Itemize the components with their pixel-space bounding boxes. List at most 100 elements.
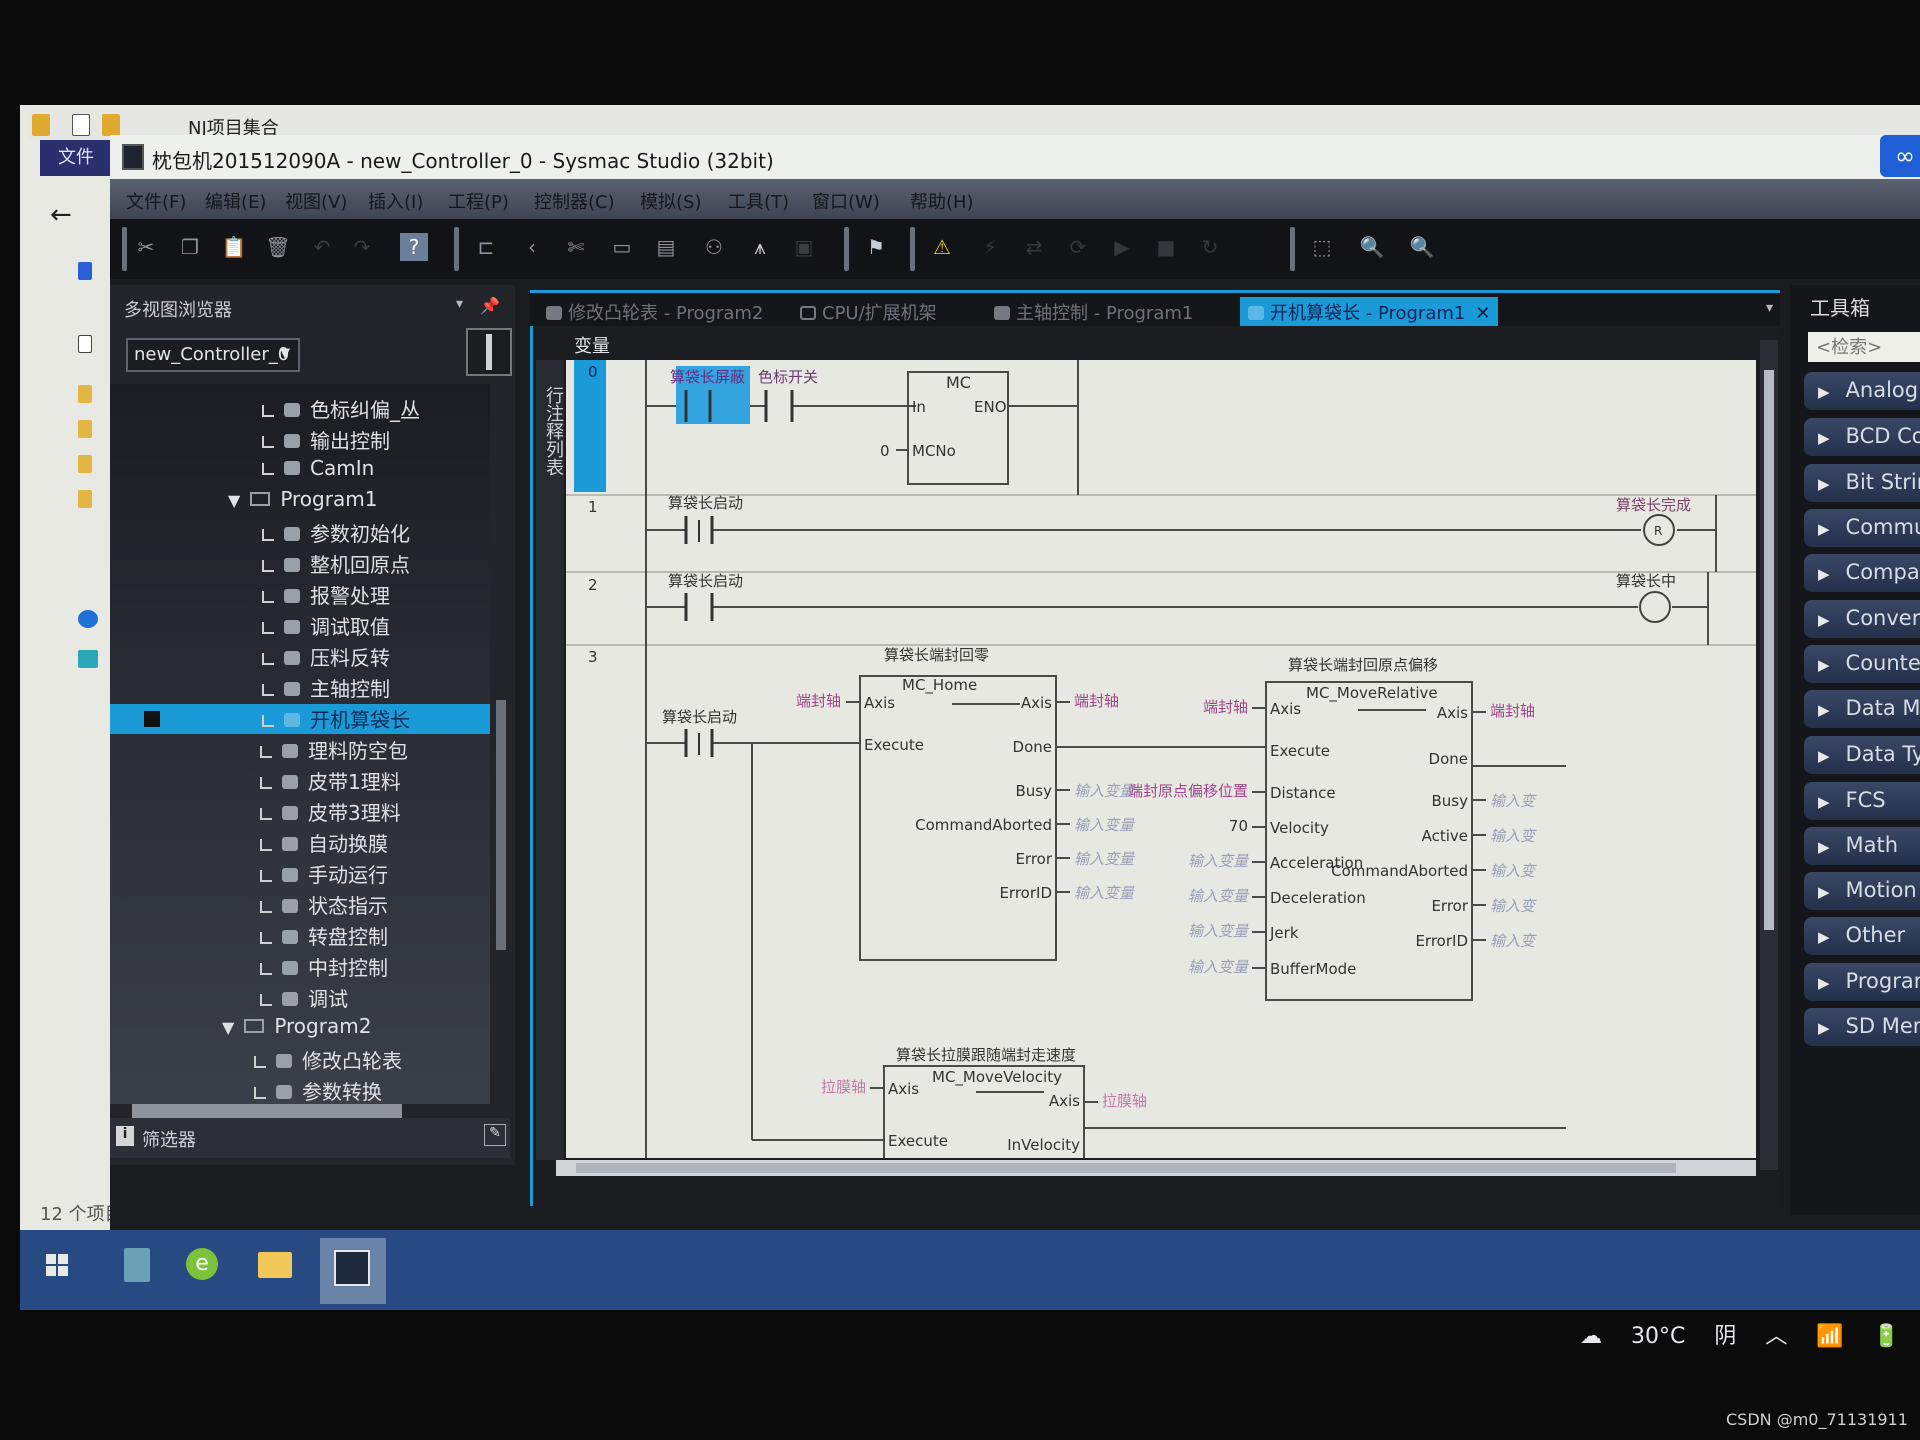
this-pc-icon[interactable] — [78, 650, 98, 668]
toolbox-category[interactable]: ▶Data Typ — [1804, 736, 1920, 774]
tree-item[interactable]: 报警处理 — [262, 580, 390, 610]
scrollbar-thumb[interactable] — [576, 1163, 1676, 1173]
tree-item[interactable]: 中封控制 — [260, 952, 388, 982]
folder-icon[interactable] — [78, 420, 92, 438]
tree-item[interactable]: 参数初始化 — [262, 518, 410, 548]
chevron-down-icon[interactable]: ▾ — [1766, 300, 1773, 316]
delete-icon[interactable]: 🗑 — [264, 233, 292, 261]
tree-item[interactable]: 主轴控制 — [262, 673, 390, 703]
menu-file[interactable]: 文件(F) — [126, 188, 186, 214]
compile-icon[interactable]: ⚑ — [862, 233, 890, 261]
toolbox-category[interactable]: ▶ Other — [1804, 917, 1920, 955]
help-icon[interactable]: ? — [400, 233, 428, 261]
explorer-file-tab[interactable]: 文件 — [40, 140, 112, 176]
nav-icon[interactable] — [78, 262, 92, 280]
tree-item[interactable]: 色标纠偏_丛 — [262, 394, 420, 424]
document-icon[interactable] — [78, 335, 92, 353]
tree-item-program[interactable]: ▼ Program2 — [222, 1014, 371, 1044]
window-icon[interactable]: ▭ — [608, 233, 636, 261]
pin-icon[interactable]: ✎ — [484, 1124, 506, 1146]
scrollbar-thumb[interactable] — [1764, 370, 1774, 930]
online-icon[interactable]: ⚡ — [976, 233, 1004, 261]
redo-icon[interactable]: ↷ — [348, 233, 376, 261]
tree-item[interactable]: 皮带3理料 — [260, 797, 401, 827]
insert-rung-icon[interactable]: ⊏ — [472, 233, 500, 261]
toolbox-category[interactable]: ▶SD Mem — [1804, 1008, 1920, 1046]
folder-icon[interactable] — [78, 490, 92, 508]
filter-label[interactable]: 筛选器 — [142, 1126, 196, 1152]
tree-vertical-scrollbar[interactable] — [496, 700, 506, 950]
toolbox-category[interactable]: ▶Motion C — [1804, 872, 1920, 910]
tree-item[interactable]: 状态指示 — [260, 890, 388, 920]
toolbox-category[interactable]: ▶Counter — [1804, 645, 1920, 683]
warning-icon[interactable]: ⚠ — [928, 233, 956, 261]
tree-icon[interactable]: ⚇ — [700, 233, 728, 261]
chevron-up-icon[interactable]: ︿ — [1765, 1324, 1787, 1349]
tree-item[interactable]: 自动换膜 — [260, 828, 388, 858]
toolbox-category[interactable]: ▶Compar — [1804, 554, 1920, 592]
folder-icon[interactable] — [78, 385, 92, 403]
onedrive-icon[interactable] — [78, 610, 98, 628]
tree-item[interactable]: 手动运行 — [260, 859, 388, 889]
tree-item[interactable]: 参数转换 — [254, 1076, 382, 1104]
tree-item[interactable]: 理料防空包 — [260, 735, 408, 765]
tree-item[interactable]: 调试取值 — [262, 611, 390, 641]
menu-tools[interactable]: 工具(T) — [728, 188, 789, 214]
calculator-icon[interactable] — [112, 1242, 166, 1296]
toolbox-category[interactable]: ▶Program — [1804, 963, 1920, 1001]
toolbox-category[interactable]: ▶Data Mo — [1804, 690, 1920, 728]
arrow-left-icon[interactable]: ← — [50, 200, 80, 230]
tab-cpu-rack[interactable]: CPU/扩展机架 — [792, 297, 945, 327]
tree-item[interactable]: CamIn — [262, 456, 374, 486]
menu-project[interactable]: 工程(P) — [448, 188, 509, 214]
undo-icon[interactable]: ↶ — [308, 233, 336, 261]
tree-item[interactable]: 输出控制 — [262, 425, 390, 455]
reset-icon[interactable]: ↻ — [1196, 233, 1224, 261]
expand-triangle-icon[interactable]: ▼ — [228, 491, 240, 510]
cut-rung-icon[interactable]: ✄ — [562, 233, 590, 261]
menu-controller[interactable]: 控制器(C) — [534, 188, 615, 214]
variables-header[interactable]: 变量 — [574, 332, 610, 358]
controller-select[interactable]: new_Controller_0 ▼ — [126, 338, 300, 372]
tree-item[interactable]: 调试 — [260, 983, 348, 1013]
toolbox-category[interactable]: ▶ BCD Co — [1804, 418, 1920, 456]
folder-icon[interactable] — [78, 455, 92, 473]
tree-item-selected[interactable]: 开机算袋长 — [110, 704, 490, 734]
new-folder-icon[interactable] — [102, 114, 120, 136]
paste-icon[interactable]: 📋 — [220, 233, 248, 261]
tab-bag-length[interactable]: 开机算袋长 - Program1 ✕ — [1240, 297, 1499, 327]
find-icon[interactable]: ⩚ — [746, 233, 774, 261]
tree-item[interactable]: 转盘控制 — [260, 921, 388, 951]
toolbox-category[interactable]: ▶ Math — [1804, 827, 1920, 865]
close-icon[interactable]: ✕ — [1475, 303, 1490, 324]
zoom-fit-icon[interactable]: ⬚ — [1308, 233, 1336, 261]
wifi-icon[interactable]: 📶 — [1816, 1324, 1843, 1349]
tree-item[interactable]: 压料反转 — [262, 642, 390, 672]
tree-item[interactable]: 皮带1理料 — [260, 766, 401, 796]
stop-icon[interactable]: ■ — [1152, 233, 1180, 261]
properties-icon[interactable] — [72, 114, 90, 136]
toolbox-category[interactable]: ▶ Commu — [1804, 509, 1920, 547]
transfer-icon[interactable]: ⇄ — [1020, 233, 1048, 261]
cut-icon[interactable]: ✂ — [132, 233, 160, 261]
tree-horizontal-scrollbar[interactable] — [132, 1104, 402, 1118]
monitor-icon[interactable]: ▣ — [790, 233, 818, 261]
pin-icon[interactable]: 📌 — [480, 296, 500, 315]
tab-cam-table[interactable]: 修改凸轮表 - Program2 — [538, 297, 771, 327]
toolbox-search-input[interactable] — [1808, 332, 1920, 362]
zoom-in-icon[interactable]: 🔍 — [1358, 233, 1386, 261]
menu-edit[interactable]: 编辑(E) — [205, 188, 266, 214]
copy-icon[interactable]: ❐ — [176, 233, 204, 261]
weather-temperature[interactable]: 30°C — [1631, 1324, 1685, 1349]
ladder-diagram[interactable]: 0 1 2 3 算袋长屏蔽 色标开关 MC In ENO MCNo 0 算袋长启… — [566, 360, 1756, 1158]
ladder-horizontal-scrollbar[interactable] — [556, 1160, 1756, 1176]
tab-spindle-control[interactable]: 主轴控制 - Program1 — [986, 297, 1201, 327]
tree-item-program[interactable]: ▼ Program1 — [228, 487, 377, 517]
sysmac-studio-icon[interactable] — [320, 1238, 386, 1304]
menu-view[interactable]: 视图(V) — [285, 188, 347, 214]
window-icon[interactable]: ▤ — [652, 233, 680, 261]
toolbox-category[interactable]: ▶Convers — [1804, 600, 1920, 638]
windows-start-icon[interactable] — [38, 1242, 92, 1296]
toolbox-category[interactable]: ▶Bit Strin — [1804, 464, 1920, 502]
tree-item[interactable]: 修改凸轮表 — [254, 1045, 402, 1075]
